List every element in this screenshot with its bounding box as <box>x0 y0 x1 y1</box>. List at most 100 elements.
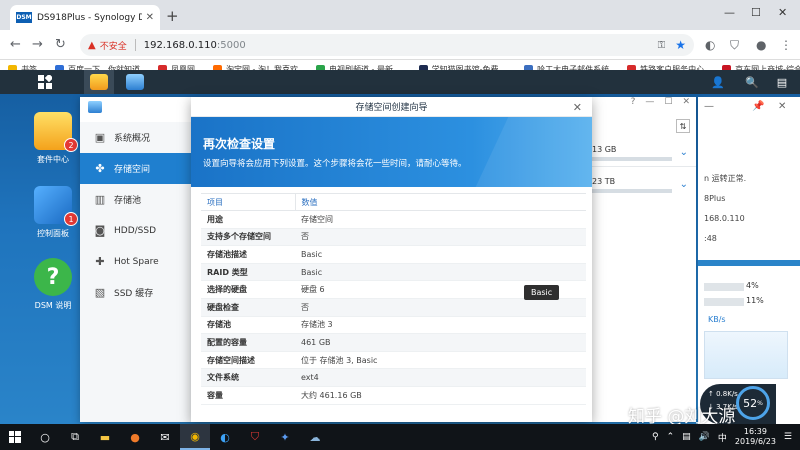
volume-icon[interactable]: 🔊 <box>699 432 710 442</box>
desktop-icon-label: 套件中心 <box>37 155 69 164</box>
browser-c-icon[interactable]: ◐ <box>210 424 240 450</box>
nav-hdd-ssd[interactable]: ◙ HDD/SSD <box>80 215 191 246</box>
storage-manager-taskbar-icon[interactable] <box>120 70 150 94</box>
file-explorer-icon[interactable]: ▬ <box>90 424 120 450</box>
app-blue-icon[interactable]: ✦ <box>270 424 300 450</box>
sort-icon[interactable]: ⇅ <box>676 119 690 133</box>
nav-ssd-cache[interactable]: ▧ SSD 缓存 <box>80 277 191 308</box>
table-row: 支持多个存储空间否 <box>201 228 586 247</box>
clock[interactable]: 16:39 2019/6/23 <box>735 427 776 447</box>
insecure-label[interactable]: 不安全 <box>100 39 127 52</box>
maximize-icon[interactable]: ☐ <box>664 97 672 111</box>
maximize-icon[interactable]: ☐ <box>751 6 761 19</box>
tray-chevron-icon[interactable]: ⌃ <box>667 432 675 442</box>
search-icon[interactable]: 🔍 <box>740 70 764 94</box>
setting-value: 存储空间 <box>295 210 586 229</box>
column-header-value[interactable]: 数值 <box>294 193 586 211</box>
chevron-down-icon[interactable]: ⌄ <box>680 147 688 158</box>
widget-panel: — 📌 ✕ n 运转正常. 8Plus 168.0.110 :48 4% 11%… <box>698 97 800 424</box>
reload-icon[interactable]: ↻ <box>55 37 66 52</box>
tooltip: Basic <box>524 285 560 300</box>
volume-list-panel: ? — ☐ ✕ ⇅ 13 GB ⌄ 23 TB ⌄ <box>592 97 696 422</box>
menu-icon[interactable]: ⋮ <box>780 38 792 52</box>
cpu-usage-percent: 52 <box>743 396 758 410</box>
security-icon[interactable]: ⛉ <box>240 424 270 450</box>
main-menu-icon[interactable] <box>30 70 60 94</box>
ssd-cache-icon: ▧ <box>94 286 106 299</box>
setting-key: 容量 <box>201 386 295 405</box>
close-icon[interactable]: ✕ <box>682 97 690 111</box>
setting-key: 硬盘检查 <box>201 298 295 317</box>
app-cloud-icon[interactable]: ☁ <box>300 424 330 450</box>
table-row: 存储空间描述 位于 存储池 3, Basic <box>201 351 586 370</box>
nav-volume[interactable]: ✤ 存储空间 <box>80 153 191 184</box>
tab-close-icon[interactable]: ✕ <box>146 12 154 23</box>
setting-key: 存储空间描述 <box>201 351 295 370</box>
widget-pin-icon[interactable]: 📌 <box>752 101 764 112</box>
package-center-taskbar-icon[interactable] <box>84 70 114 94</box>
browser-tab[interactable]: DSM DS918Plus - Synology DiskStat ✕ <box>10 5 160 30</box>
minimize-icon[interactable]: — <box>724 6 735 19</box>
network-graph <box>704 331 788 379</box>
windows-start-icon[interactable] <box>0 424 30 450</box>
wizard-banner: 再次检查设置 设置向导将会应用下列设置。这个步骤将会花一些时间，请耐心等待。 <box>191 117 592 187</box>
column-header-item[interactable]: 项目 <box>201 193 295 211</box>
url-bar[interactable]: ▲ 不安全 192.168.0.110:5000 ⚿ ★ <box>80 34 694 56</box>
clock-date: 2019/6/23 <box>734 437 776 446</box>
shield-icon[interactable]: ⛉ <box>730 38 739 53</box>
control-panel-icon: 1 <box>34 186 78 226</box>
overview-icon: ▣ <box>94 131 106 144</box>
table-row: 硬盘检查否 <box>201 298 586 317</box>
nav-hot-spare[interactable]: ✚ Hot Spare <box>80 246 191 277</box>
url-port: :5000 <box>216 39 246 51</box>
clock-time: 16:39 <box>743 427 767 436</box>
upload-value: 0.8K/s <box>716 390 738 398</box>
desktop-icon-label: DSM 说明 <box>34 301 72 310</box>
volume-row[interactable]: 23 TB ⌄ <box>592 173 696 199</box>
widgets-icon[interactable]: ▤ <box>770 70 794 94</box>
minimize-icon[interactable]: — <box>645 97 654 111</box>
desktop-icon-control-panel[interactable]: 1 控制面板 <box>20 186 86 239</box>
chrome-icon[interactable]: ◉ <box>180 424 210 450</box>
setting-value: Basic <box>295 245 586 264</box>
wizard-titlebar: 存储空间创建向导 ✕ <box>191 97 592 117</box>
table-row: 存储池描述 Basic <box>201 245 586 264</box>
key-icon[interactable]: ⚿ <box>658 40 666 51</box>
address-toolbar: ← → ↻ ▲ 不安全 192.168.0.110:5000 ⚿ ★ ◐ ⛉ ●… <box>0 30 800 60</box>
server-name: 8Plus <box>704 194 726 203</box>
warning-icon[interactable]: ▲ <box>88 40 96 51</box>
setting-value: 否 <box>295 298 586 317</box>
nav-overview[interactable]: ▣ 系统概况 <box>80 122 191 153</box>
extension-icon[interactable]: ◐ <box>705 38 715 52</box>
desktop-icon-package-center[interactable]: 2 套件中心 <box>20 112 86 165</box>
help-icon[interactable]: ? <box>631 97 636 111</box>
search-icon[interactable]: ○ <box>30 424 60 450</box>
chevron-down-icon[interactable]: ⌄ <box>680 179 688 190</box>
package-center-icon: 2 <box>34 112 78 152</box>
back-icon[interactable]: ← <box>10 37 21 52</box>
url-host: 192.168.0.110 <box>143 39 217 51</box>
profile-avatar-icon[interactable]: ● <box>756 38 766 52</box>
nav-storage-pool[interactable]: ▥ 存储池 <box>80 184 191 215</box>
window-close-icon[interactable]: ✕ <box>778 6 787 19</box>
forward-icon[interactable]: → <box>32 37 43 52</box>
bookmark-star-icon[interactable]: ★ <box>675 38 686 52</box>
mail-icon[interactable]: ✉ <box>150 424 180 450</box>
desktop-icon-dsm-help[interactable]: ? DSM 说明 <box>20 258 86 311</box>
ime-indicator[interactable]: 中 <box>718 431 727 444</box>
widget-close-icon[interactable]: ✕ <box>778 101 786 112</box>
nav-label: 存储空间 <box>114 165 151 175</box>
setting-key: 用途 <box>201 210 295 229</box>
widget-minimize-icon[interactable]: — <box>704 101 714 112</box>
app-orange-icon[interactable]: ● <box>120 424 150 450</box>
setting-value: 461 GB <box>295 333 586 352</box>
notification-icon[interactable]: ☰ <box>784 432 792 442</box>
new-tab-button[interactable]: + <box>166 7 179 25</box>
volume-row[interactable]: 13 GB ⌄ <box>592 141 696 167</box>
network-icon[interactable]: ▤ <box>682 432 691 442</box>
close-icon[interactable]: ✕ <box>573 101 582 114</box>
setting-key: 支持多个存储空间 <box>201 228 295 247</box>
user-icon[interactable]: 👤 <box>706 70 730 94</box>
people-icon[interactable]: ⚲ <box>652 432 659 442</box>
task-view-icon[interactable]: ⧉ <box>60 424 90 450</box>
